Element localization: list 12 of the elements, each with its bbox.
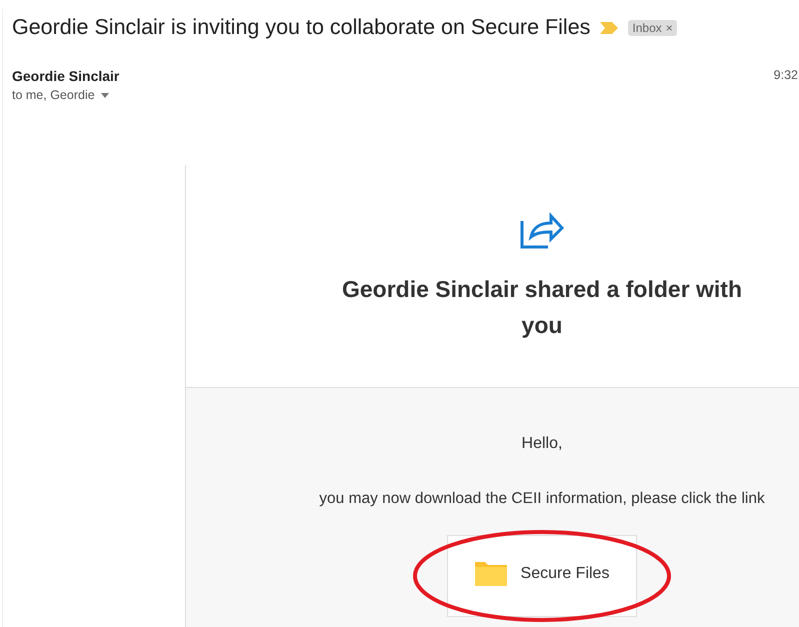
message-text: you may now download the CEII information, please click the link [319,490,765,508]
greeting-text: Hello, [522,435,562,453]
sender-name: Geordie Sinclair [12,68,120,84]
importance-marker-icon[interactable] [600,22,618,34]
inbox-label[interactable]: Inbox × [628,20,677,36]
email-subject: Geordie Sinclair is inviting you to collaborate on Secure Files [12,15,590,40]
folder-icon [474,562,507,586]
caret-icon[interactable] [100,92,109,98]
recipients-text: to me, Geordie [12,88,95,102]
share-heading: Geordie Sinclair shared a folder with you [340,275,744,340]
email-time: 9:32 [774,68,798,84]
secure-files-link[interactable]: Secure Files [447,535,637,617]
